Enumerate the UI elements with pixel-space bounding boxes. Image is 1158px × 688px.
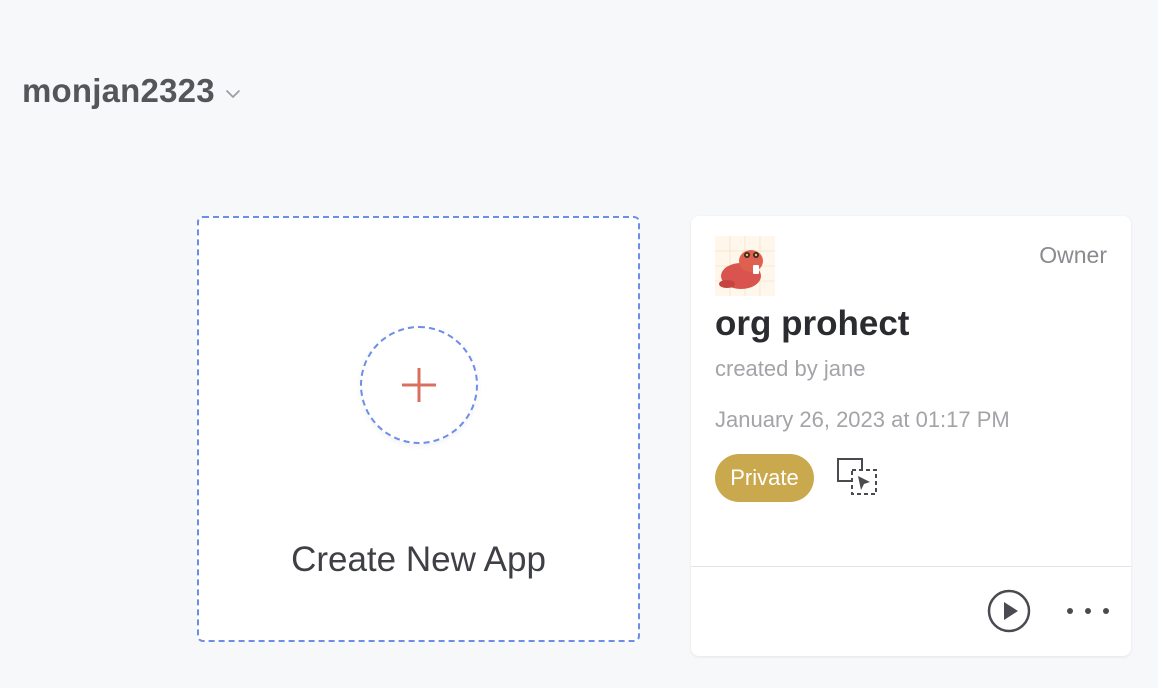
app-creator: created by jane [715, 356, 866, 381]
plus-icon [402, 368, 436, 402]
privacy-badge: Private [715, 454, 814, 502]
app-card-divider [691, 566, 1131, 567]
create-app-label: Create New App [291, 540, 546, 579]
beaver-avatar-icon [715, 236, 775, 296]
create-app-circle[interactable] [360, 326, 478, 444]
app-date: January 26, 2023 at 01:17 PM [715, 407, 1010, 432]
multi-select-icon[interactable] [835, 456, 879, 500]
play-icon[interactable] [987, 589, 1031, 633]
workspace-name: monjan2323 [22, 72, 215, 109]
create-new-app-card[interactable]: Create New App [197, 216, 640, 642]
app-role: Owner [1039, 242, 1107, 268]
workspace-switcher[interactable]: monjan2323 [22, 72, 241, 110]
app-card[interactable]: Owner org prohect created by jane Januar… [691, 216, 1131, 656]
app-title[interactable]: org prohect [715, 304, 909, 344]
more-horizontal-icon[interactable] [1065, 600, 1111, 622]
chevron-down-icon [225, 90, 240, 98]
